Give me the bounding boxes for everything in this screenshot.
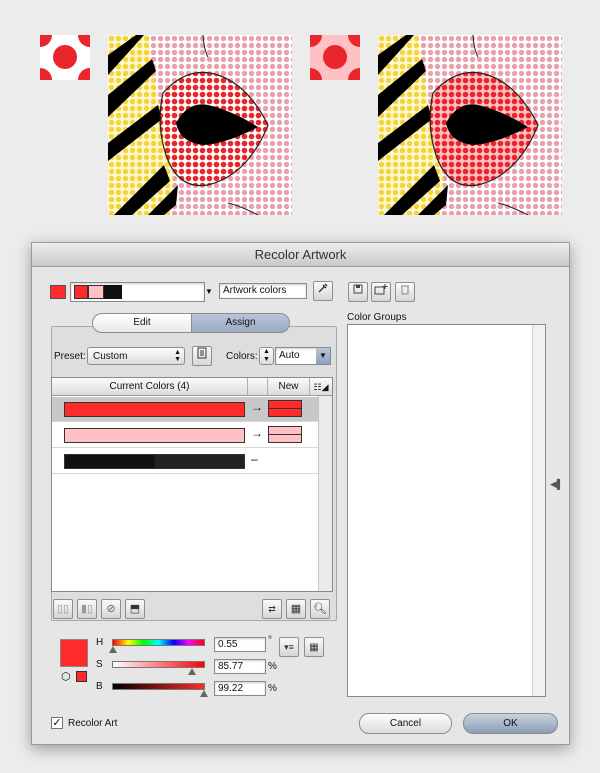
brightness-slider-thumb[interactable] <box>200 690 208 697</box>
hue-slider[interactable] <box>112 639 205 646</box>
preset-label: Preset: <box>54 351 86 362</box>
current-color-bar[interactable] <box>64 454 245 469</box>
new-color-swatch[interactable] <box>268 426 302 443</box>
new-color-swatch[interactable] <box>268 400 302 417</box>
new-folder-icon <box>374 284 388 295</box>
shuffle-icon: ⇄ <box>268 604 276 614</box>
saturation-label: S <box>96 659 103 670</box>
brightness-label: B <box>96 681 103 692</box>
exclude-colors-button[interactable]: ⊘ <box>101 599 121 619</box>
colors-label: Colors: <box>226 351 258 362</box>
exclude-icon: ⊘ <box>106 603 116 615</box>
cube-icon[interactable]: ⬡ <box>61 670 71 683</box>
new-color-group-button[interactable] <box>371 282 391 302</box>
group-strip-dropdown-arrow[interactable]: ▼ <box>205 282 215 302</box>
saturation-unit: % <box>268 661 277 672</box>
cancel-label: Cancel <box>389 718 422 729</box>
brightness-slider[interactable] <box>112 683 205 690</box>
hue-unit: ° <box>268 635 272 646</box>
new-colors-header[interactable]: New <box>268 378 310 396</box>
hue-label: H <box>96 637 104 648</box>
eyedropper-icon <box>318 283 328 293</box>
table-row[interactable]: → <box>52 423 319 448</box>
color-reduction-options-button[interactable] <box>192 346 212 366</box>
recolor-art-label: Recolor Art <box>68 718 118 729</box>
separate-colors-button[interactable]: ▮▯ <box>77 599 97 619</box>
arrow-icon: → <box>251 426 263 440</box>
tab-edit[interactable]: Edit <box>92 313 192 333</box>
colors-dropdown-arrow[interactable]: ▼ <box>316 348 330 364</box>
merge-icon: ▯▯ <box>56 603 70 615</box>
cancel-button[interactable]: Cancel <box>359 713 452 734</box>
active-color-swatch[interactable] <box>50 285 66 299</box>
expand-panel-handle[interactable]: ◀▌ <box>550 479 563 490</box>
find-color-button[interactable]: 🔍︎ <box>310 599 330 619</box>
halftone-swatch-red <box>40 35 90 80</box>
arrow-icon: – <box>251 452 258 466</box>
color-groups-list[interactable] <box>347 324 546 697</box>
colors-value: Auto <box>279 350 300 361</box>
hsb-color-swatch[interactable] <box>60 639 88 667</box>
new-row-icon: ⬒ <box>129 603 141 615</box>
saturation-icon: ▦ <box>290 603 302 615</box>
table-options-menu[interactable]: ☷◢ <box>310 378 332 396</box>
current-colors-header[interactable]: Current Colors (4) <box>52 378 248 396</box>
menu-icon: ▾≡ <box>284 642 294 652</box>
save-icon <box>353 284 363 294</box>
separate-icon: ▮▯ <box>80 603 94 615</box>
dialog-title: Recolor Artwork <box>32 243 569 267</box>
grid-icon: ▦ <box>309 642 319 653</box>
lips-illustration-after <box>378 35 562 215</box>
updown-icon: ▲ ▼ <box>174 349 181 363</box>
saturation-field[interactable]: 85.77 <box>214 659 266 674</box>
delete-color-group-button[interactable] <box>395 282 415 302</box>
merge-colors-button[interactable]: ▯▯ <box>53 599 73 619</box>
table-scrollbar[interactable] <box>318 396 332 591</box>
save-color-group-button[interactable] <box>348 282 368 302</box>
brightness-field[interactable]: 99.22 <box>214 681 266 696</box>
color-swatches-button[interactable]: ▦ <box>304 637 324 657</box>
colors-stepper[interactable]: ▲ ▼ <box>259 347 274 365</box>
magnifier-icon: 🔍︎ <box>313 603 327 615</box>
randomly-change-order-button[interactable]: ⇄ <box>262 599 282 619</box>
color-group-strip[interactable] <box>70 282 205 302</box>
table-row[interactable]: – <box>52 449 319 474</box>
brightness-unit: % <box>268 683 277 694</box>
tab-assign[interactable]: Assign <box>191 313 290 333</box>
color-assignment-table: Current Colors (4) New ☷◢ → → – <box>51 377 333 592</box>
current-color-bar[interactable] <box>64 402 245 417</box>
randomly-change-saturation-button[interactable]: ▦ <box>286 599 306 619</box>
ok-button[interactable]: OK <box>463 713 558 734</box>
ok-label: OK <box>503 718 518 729</box>
color-groups-scrollbar[interactable] <box>532 325 545 696</box>
preset-select[interactable]: Custom ▲ ▼ <box>87 347 185 365</box>
table-row[interactable]: → <box>52 397 319 422</box>
colors-count-field[interactable]: Auto ▼ <box>275 347 331 365</box>
lips-illustration-before <box>108 35 292 215</box>
options-icon <box>197 347 207 359</box>
saturation-slider-thumb[interactable] <box>188 668 196 675</box>
slider-mode-menu-button[interactable]: ▾≡ <box>279 637 299 657</box>
preset-value: Custom <box>93 351 128 362</box>
recolor-art-checkbox[interactable]: ✓ <box>51 717 63 729</box>
trash-icon <box>401 285 409 295</box>
color-group-name-field[interactable]: Artwork colors <box>219 283 307 299</box>
recolor-artwork-dialog: Recolor Artwork ▼ Artwork colors Edit As… <box>31 242 570 745</box>
hue-field[interactable]: 0.55 <box>214 637 266 652</box>
hue-slider-thumb[interactable] <box>109 646 117 653</box>
new-row-button[interactable]: ⬒ <box>125 599 145 619</box>
saturation-slider[interactable] <box>112 661 205 668</box>
color-groups-label: Color Groups <box>347 312 407 323</box>
current-color-bar[interactable] <box>64 428 245 443</box>
eyedropper-button[interactable] <box>313 281 333 301</box>
halftone-swatch-pink <box>310 35 360 80</box>
arrow-column-header <box>248 378 268 396</box>
arrow-icon: → <box>251 400 263 414</box>
small-color-swatch[interactable] <box>76 671 87 682</box>
